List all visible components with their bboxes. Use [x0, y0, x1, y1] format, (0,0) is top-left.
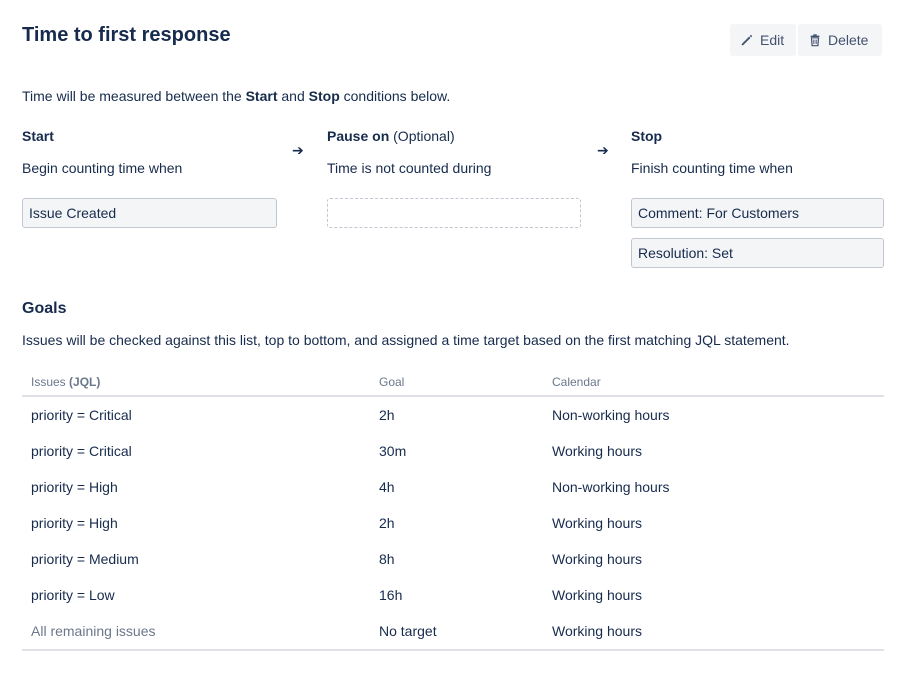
table-row: priority = Medium 8h Working hours	[22, 541, 884, 577]
calendar-cell: Working hours	[552, 515, 643, 531]
arrow-right-icon: ➔	[597, 142, 609, 158]
issues-cell: priority = Medium	[31, 551, 139, 567]
table-row: priority = Critical 30m Working hours	[22, 433, 884, 469]
stop-condition[interactable]: Comment: For Customers	[631, 198, 884, 228]
goal-cell: 2h	[379, 515, 395, 531]
issues-header-suffix: (JQL)	[69, 375, 101, 389]
goal-cell: 8h	[379, 551, 395, 567]
calendar-cell: Working hours	[552, 623, 643, 639]
intro-prefix: Time will be measured between the	[22, 88, 246, 104]
pause-heading: Pause on (Optional)	[327, 128, 455, 144]
arrow-right-icon: ➔	[292, 142, 304, 158]
intro-stop-word: Stop	[308, 88, 340, 104]
start-heading: Start	[22, 128, 54, 144]
pause-optional-label: (Optional)	[393, 128, 455, 144]
table-row: priority = High 4h Non-working hours	[22, 469, 884, 505]
calendar-cell: Working hours	[552, 443, 643, 459]
column-header-goal: Goal	[379, 375, 405, 389]
edit-label: Edit	[760, 32, 785, 48]
goal-cell: 4h	[379, 479, 395, 495]
stop-heading: Stop	[631, 128, 663, 144]
table-row: priority = Low 16h Working hours	[22, 577, 884, 613]
measure-intro: Time will be measured between the Start …	[22, 88, 450, 104]
issues-cell: priority = Low	[31, 587, 115, 603]
issues-cell: priority = High	[31, 515, 118, 531]
trash-icon	[810, 34, 820, 47]
goal-cell: 16h	[379, 587, 403, 603]
goals-description: Issues will be checked against this list…	[22, 332, 790, 348]
stop-condition[interactable]: Resolution: Set	[631, 238, 884, 268]
pencil-icon	[741, 34, 753, 46]
intro-suffix: conditions below.	[339, 88, 451, 104]
intro-and: and	[277, 88, 309, 104]
calendar-cell: Non-working hours	[552, 407, 670, 423]
issues-cell: priority = Critical	[31, 407, 132, 423]
table-row: All remaining issues No target Working h…	[22, 613, 884, 649]
issues-header-label: Issues	[31, 375, 66, 389]
calendar-cell: Non-working hours	[552, 479, 670, 495]
edit-button[interactable]: Edit	[730, 24, 796, 56]
column-header-calendar: Calendar	[552, 375, 601, 389]
stop-description: Finish counting time when	[631, 160, 793, 176]
goal-cell: No target	[379, 623, 437, 639]
intro-start-word: Start	[245, 88, 278, 104]
table-footer-divider	[22, 649, 884, 651]
issues-cell: priority = High	[31, 479, 118, 495]
delete-button[interactable]: Delete	[798, 24, 882, 56]
page-title: Time to first response	[22, 24, 231, 46]
issues-cell: priority = Critical	[31, 443, 132, 459]
pause-description: Time is not counted during	[327, 160, 492, 176]
start-condition[interactable]: Issue Created	[22, 198, 277, 228]
issues-cell: All remaining issues	[31, 623, 156, 639]
table-row: priority = High 2h Working hours	[22, 505, 884, 541]
pause-heading-label: Pause on	[327, 128, 390, 144]
goal-cell: 30m	[379, 443, 407, 459]
goal-cell: 2h	[379, 407, 395, 423]
goals-title: Goals	[22, 300, 67, 317]
table-row: priority = Critical 2h Non-working hours	[22, 397, 884, 433]
delete-label: Delete	[828, 32, 869, 48]
calendar-cell: Working hours	[552, 587, 643, 603]
column-header-issues: Issues (JQL)	[31, 375, 100, 389]
pause-condition-empty[interactable]	[327, 198, 581, 228]
calendar-cell: Working hours	[552, 551, 643, 567]
start-description: Begin counting time when	[22, 160, 183, 176]
